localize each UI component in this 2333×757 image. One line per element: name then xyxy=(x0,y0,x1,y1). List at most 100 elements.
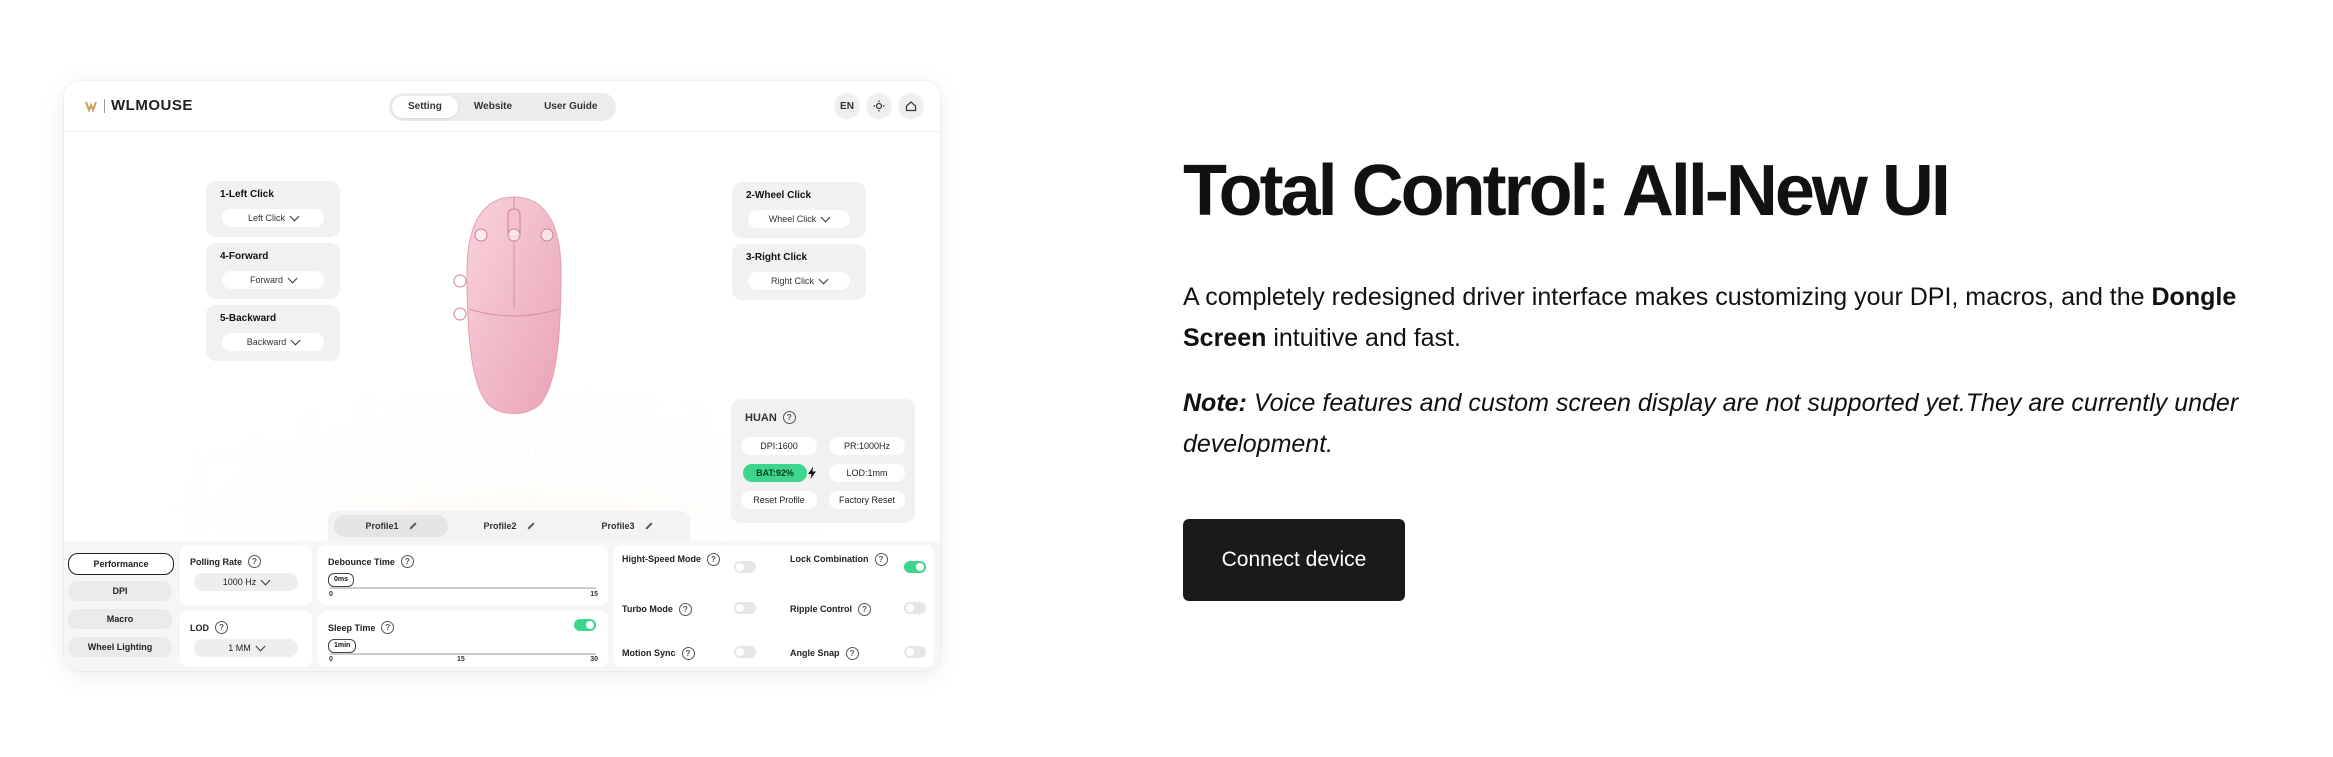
sleep-value-tag: 1min xyxy=(328,639,357,653)
binding-value: Backward xyxy=(246,337,287,347)
charging-icon xyxy=(808,467,816,479)
binding-select-wheel-click[interactable]: Wheel Click xyxy=(748,210,850,228)
angle-snap-toggle[interactable] xyxy=(904,646,926,658)
lod-select[interactable]: 1 MM xyxy=(194,639,298,657)
driver-app-window: WLMOUSE Setting Website User Guide EN 1-… xyxy=(64,81,940,671)
binding-title: 2-Wheel Click xyxy=(746,190,812,201)
sleep-time-toggle[interactable] xyxy=(574,619,596,631)
tab-user-guide[interactable]: User Guide xyxy=(528,96,613,118)
lod-chip: LOD:1mm xyxy=(829,464,905,482)
chevron-down-icon xyxy=(290,335,301,346)
profile-label: Profile3 xyxy=(601,521,635,531)
help-icon[interactable]: ? xyxy=(678,603,692,616)
help-icon[interactable]: ? xyxy=(248,555,262,568)
chevron-down-icon xyxy=(820,212,831,223)
lock-combination-label: Lock Combination? xyxy=(790,553,890,566)
help-icon[interactable]: ? xyxy=(707,553,720,566)
language-button[interactable]: EN xyxy=(834,93,860,119)
chevron-down-icon xyxy=(255,641,266,652)
profile-tab-2[interactable]: Profile2 xyxy=(452,515,566,537)
sidebar-item-performance[interactable]: Performance xyxy=(68,553,174,575)
connect-device-button[interactable]: Connect device xyxy=(1183,519,1405,601)
toggles-card: Hight-Speed Mode? Lock Combination? Turb… xyxy=(614,545,934,667)
polling-rate-card: Polling Rate? 1000 Hz xyxy=(180,545,312,605)
debounce-slider[interactable] xyxy=(330,587,596,589)
theme-toggle-button[interactable] xyxy=(866,93,892,119)
debounce-card: Debounce Time? 0ms 0 15 xyxy=(318,545,608,605)
motion-sync-text: Motion Sync xyxy=(622,648,676,659)
sleep-max: 30 xyxy=(590,656,598,663)
profile-label: Profile2 xyxy=(483,521,517,531)
sidebar-item-macro[interactable]: Macro xyxy=(68,609,172,629)
hero-note: Note: Voice features and custom screen d… xyxy=(1183,383,2318,465)
lod-label: LOD? xyxy=(190,621,228,634)
device-name-text: HUAN xyxy=(745,411,777,424)
lod-text: LOD xyxy=(190,622,209,633)
sleep-mid: 15 xyxy=(457,656,465,663)
high-speed-toggle[interactable] xyxy=(734,561,756,573)
home-button[interactable] xyxy=(898,93,924,119)
home-icon xyxy=(905,101,917,112)
sun-icon xyxy=(873,100,885,112)
binding-select-backward[interactable]: Backward xyxy=(222,333,324,351)
polling-rate-value: 1000 Hz xyxy=(222,577,257,587)
factory-reset-button[interactable]: Factory Reset xyxy=(829,491,905,509)
sleep-min: 0 xyxy=(329,656,333,663)
ripple-text: Ripple Control xyxy=(790,604,852,615)
lod-value: 1 MM xyxy=(228,643,251,653)
logo-separator xyxy=(104,98,105,113)
reset-profile-button[interactable]: Reset Profile xyxy=(741,491,817,509)
help-icon[interactable]: ? xyxy=(845,647,859,660)
help-icon[interactable]: ? xyxy=(858,603,871,616)
sleep-slider[interactable] xyxy=(330,653,596,655)
lock-combination-text: Lock Combination xyxy=(790,554,869,565)
binding-title: 5-Backward xyxy=(220,313,277,324)
binding-card-backward: 5-Backward Backward xyxy=(206,305,340,361)
binding-value: Forward xyxy=(249,275,283,285)
performance-panel: Performance DPI Macro Wheel Lighting Pol… xyxy=(64,541,940,671)
tab-setting[interactable]: Setting xyxy=(392,96,458,118)
help-icon[interactable]: ? xyxy=(874,553,888,566)
motion-sync-toggle[interactable] xyxy=(734,646,756,658)
binding-card-forward: 4-Forward Forward xyxy=(206,243,340,299)
polling-rate-select[interactable]: 1000 Hz xyxy=(194,573,298,591)
ripple-label: Ripple Control? xyxy=(790,603,871,616)
profile-tab-3[interactable]: Profile3 xyxy=(570,515,684,537)
binding-select-left-click[interactable]: Left Click xyxy=(222,209,324,227)
edit-pencil-icon[interactable] xyxy=(526,522,535,530)
help-icon[interactable]: ? xyxy=(681,647,695,660)
angle-snap-label: Angle Snap? xyxy=(790,647,859,660)
top-actions: EN xyxy=(834,93,924,119)
lod-card: LOD? 1 MM xyxy=(180,611,312,667)
turbo-toggle[interactable] xyxy=(734,602,756,614)
chevron-down-icon xyxy=(289,211,300,222)
binding-select-forward[interactable]: Forward xyxy=(222,271,324,289)
binding-value: Wheel Click xyxy=(768,214,817,224)
edit-pencil-icon[interactable] xyxy=(644,522,653,530)
turbo-text: Turbo Mode xyxy=(622,604,673,615)
lock-combination-toggle[interactable] xyxy=(904,561,926,573)
profile-tab-1[interactable]: Profile1 xyxy=(334,515,448,537)
binding-value: Right Click xyxy=(770,276,814,286)
help-icon[interactable]: ? xyxy=(782,411,796,424)
logo-text: WLMOUSE xyxy=(111,97,193,114)
chevron-down-icon xyxy=(287,273,298,284)
help-icon[interactable]: ? xyxy=(381,621,395,634)
binding-card-left-click: 1-Left Click Left Click xyxy=(206,181,340,237)
mouse-illustration xyxy=(453,196,562,414)
polling-rate-text: Polling Rate xyxy=(190,556,243,567)
binding-card-right-click: 3-Right Click Right Click xyxy=(732,244,866,300)
tab-website[interactable]: Website xyxy=(458,96,528,118)
top-nav: Setting Website User Guide xyxy=(389,93,617,121)
help-icon[interactable]: ? xyxy=(215,621,228,634)
sidebar-item-wheel-lighting[interactable]: Wheel Lighting xyxy=(68,637,172,657)
sleep-time-text: Sleep Time xyxy=(328,622,376,633)
device-name: HUAN? xyxy=(745,411,796,424)
dpi-chip: DPI:1600 xyxy=(741,437,817,455)
help-icon[interactable]: ? xyxy=(400,555,414,568)
edit-pencil-icon[interactable] xyxy=(408,522,417,530)
binding-select-right-click[interactable]: Right Click xyxy=(748,272,850,290)
sidebar-item-dpi[interactable]: DPI xyxy=(68,581,172,601)
ripple-toggle[interactable] xyxy=(904,602,926,614)
logo-icon xyxy=(85,101,97,113)
